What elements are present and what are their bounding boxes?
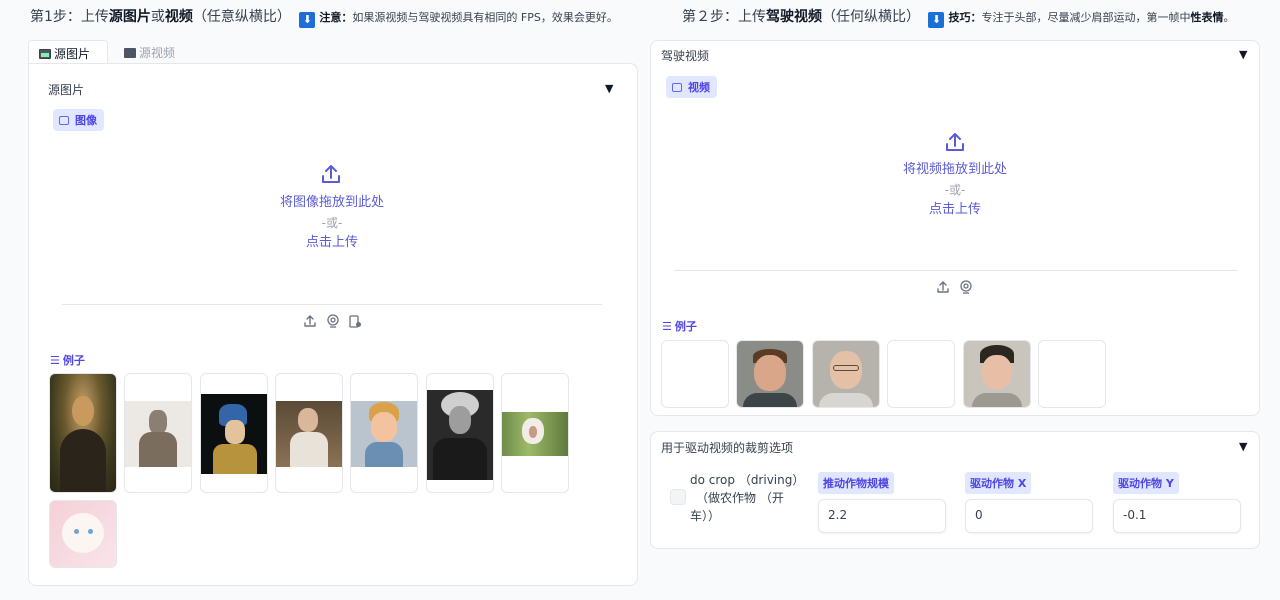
video-icon	[672, 83, 682, 92]
example-thumb[interactable]	[963, 340, 1031, 408]
collapse-icon[interactable]: ▼	[605, 82, 613, 95]
upload-icon[interactable]	[936, 280, 950, 294]
tab-source-image[interactable]: 源图片	[28, 40, 108, 64]
upload-icon[interactable]	[320, 163, 342, 185]
example-thumb[interactable]	[1038, 340, 1106, 408]
tab-source-video[interactable]: 源视频	[114, 40, 194, 64]
do-crop-checkbox[interactable]	[670, 489, 686, 505]
divider	[62, 304, 602, 305]
example-thumb[interactable]	[736, 340, 804, 408]
divider	[674, 270, 1237, 271]
y-label: 驱动作物 Y	[1113, 472, 1179, 494]
example-thumb[interactable]	[49, 500, 117, 568]
source-image-label: 源图片	[48, 83, 85, 97]
example-thumb[interactable]	[350, 373, 418, 493]
driving-video-label: 驾驶视频	[661, 49, 710, 63]
examples-label: ☰ 例子	[50, 354, 85, 367]
down-arrow-icon: ⬇	[928, 12, 945, 28]
webcam-icon[interactable]	[326, 314, 340, 328]
film-icon	[124, 48, 136, 58]
examples-label: ☰ 例子	[662, 320, 697, 333]
down-arrow-icon: ⬇	[299, 12, 316, 28]
example-thumb[interactable]	[275, 373, 343, 493]
webcam-icon[interactable]	[959, 280, 973, 294]
step2-title: 第２步：上传驾驶视频（任何纵横比） ⬇ 技巧：专注于头部，尽量减少肩部运动，第一帧…	[682, 9, 1235, 28]
crop-options-label: 用于驱动视频的裁剪选项	[661, 441, 794, 455]
image-chip: 图像	[53, 109, 104, 131]
example-thumb[interactable]	[49, 373, 117, 493]
list-icon: ☰	[662, 320, 672, 333]
step1-title: 第1步：上传源图片或视频（任意纵横比） ⬇ 注意：如果源视频与驾驶视频具有相同的 …	[30, 9, 618, 28]
image-dropzone[interactable]: 将图像拖放到此处 -或- 点击上传	[232, 193, 432, 253]
example-thumb[interactable]	[661, 340, 729, 408]
example-thumb[interactable]	[124, 373, 192, 493]
x-input[interactable]: 0	[965, 499, 1093, 533]
example-thumb[interactable]	[426, 373, 494, 493]
clipboard-icon[interactable]	[348, 314, 362, 328]
step1-note: 注意：如果源视频与驾驶视频具有相同的 FPS，效果会更好。	[319, 11, 618, 24]
y-input[interactable]: -0.1	[1113, 499, 1241, 533]
do-crop-label: do crop （driving） （做农作物 （开 车））	[690, 473, 805, 523]
step2-note: 技巧：专注于头部，尽量减少肩部运动，第一帧中性表情。	[948, 11, 1235, 24]
example-thumb[interactable]	[812, 340, 880, 408]
example-thumb[interactable]	[200, 373, 268, 493]
example-thumb[interactable]	[887, 340, 955, 408]
x-label: 驱动作物 X	[965, 472, 1032, 494]
collapse-icon[interactable]: ▼	[1239, 48, 1247, 61]
image-icon	[39, 49, 51, 59]
collapse-icon[interactable]: ▼	[1239, 440, 1247, 453]
video-chip: 视频	[666, 76, 717, 98]
scale-input[interactable]: 2.2	[818, 499, 946, 533]
upload-icon[interactable]	[303, 314, 317, 328]
video-dropzone[interactable]: 将视频拖放到此处 -或- 点击上传	[855, 160, 1055, 220]
list-icon: ☰	[50, 354, 60, 367]
scale-label: 推动作物规模	[818, 472, 894, 494]
example-thumb[interactable]	[501, 373, 569, 493]
upload-icon[interactable]	[944, 131, 966, 153]
image-icon	[59, 116, 69, 125]
